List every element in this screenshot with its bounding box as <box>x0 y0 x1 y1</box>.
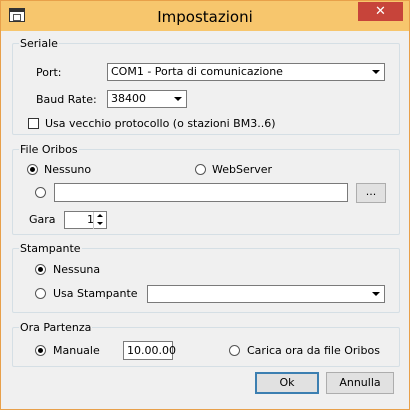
carica-ora-label[interactable]: Carica ora da file Oribos <box>247 344 380 357</box>
dialog-title: Impostazioni <box>157 8 253 26</box>
stampante-legend: Stampante <box>20 242 81 255</box>
usa-stampante-label[interactable]: Usa Stampante <box>53 287 138 300</box>
settings-dialog: Impostazioni ✕ Seriale Port: COM1 - Port… <box>0 0 410 410</box>
gara-spinner[interactable] <box>93 212 106 229</box>
usa-stampante-radio[interactable] <box>35 288 46 299</box>
carica-ora-radio[interactable] <box>229 345 240 356</box>
title-bar[interactable]: Impostazioni ✕ <box>1 1 409 31</box>
webserver-label[interactable]: WebServer <box>212 163 272 176</box>
gara-spinbox[interactable]: 1 <box>64 211 107 229</box>
port-label: Port: <box>36 66 62 79</box>
port-value: COM1 - Porta di comunicazione <box>111 65 283 78</box>
nessuna-label[interactable]: Nessuna <box>53 263 100 276</box>
gara-label: Gara <box>29 213 56 226</box>
close-button[interactable]: ✕ <box>358 2 403 21</box>
file-oribos-legend: File Oribos <box>20 143 78 156</box>
browse-button[interactable]: ... <box>356 183 386 203</box>
old-protocol-checkbox[interactable] <box>28 118 39 129</box>
manuale-label[interactable]: Manuale <box>53 344 100 357</box>
manuale-radio[interactable] <box>35 345 46 356</box>
port-combobox[interactable]: COM1 - Porta di comunicazione <box>107 63 385 81</box>
ok-button[interactable]: Ok <box>255 372 319 394</box>
spin-up-icon[interactable] <box>95 212 105 220</box>
start-time-value: 10.00.00 <box>127 344 176 357</box>
dialog-body: Seriale Port: COM1 - Porta di comunicazi… <box>9 31 401 401</box>
nessuno-radio[interactable] <box>27 164 38 175</box>
ora-partenza-legend: Ora Partenza <box>20 321 92 334</box>
baud-rate-label: Baud Rate: <box>36 93 97 106</box>
chevron-down-icon[interactable] <box>368 64 384 80</box>
baud-rate-combobox[interactable]: 38400 <box>107 90 187 108</box>
webserver-radio[interactable] <box>195 164 206 175</box>
printer-combobox[interactable] <box>147 285 385 303</box>
file-path-radio[interactable] <box>35 187 46 198</box>
seriale-legend: Seriale <box>20 37 58 50</box>
nessuno-label[interactable]: Nessuno <box>44 163 91 176</box>
cancel-button[interactable]: Annulla <box>326 372 394 394</box>
start-time-input[interactable]: 10.00.00 <box>123 341 176 360</box>
spin-down-icon[interactable] <box>95 220 105 228</box>
chevron-down-icon[interactable] <box>368 286 384 302</box>
baud-rate-value: 38400 <box>111 92 146 105</box>
file-path-input[interactable] <box>54 183 348 202</box>
nessuna-radio[interactable] <box>35 264 46 275</box>
old-protocol-label[interactable]: Usa vecchio protocollo (o stazioni BM3..… <box>45 117 276 130</box>
chevron-down-icon[interactable] <box>170 91 186 107</box>
